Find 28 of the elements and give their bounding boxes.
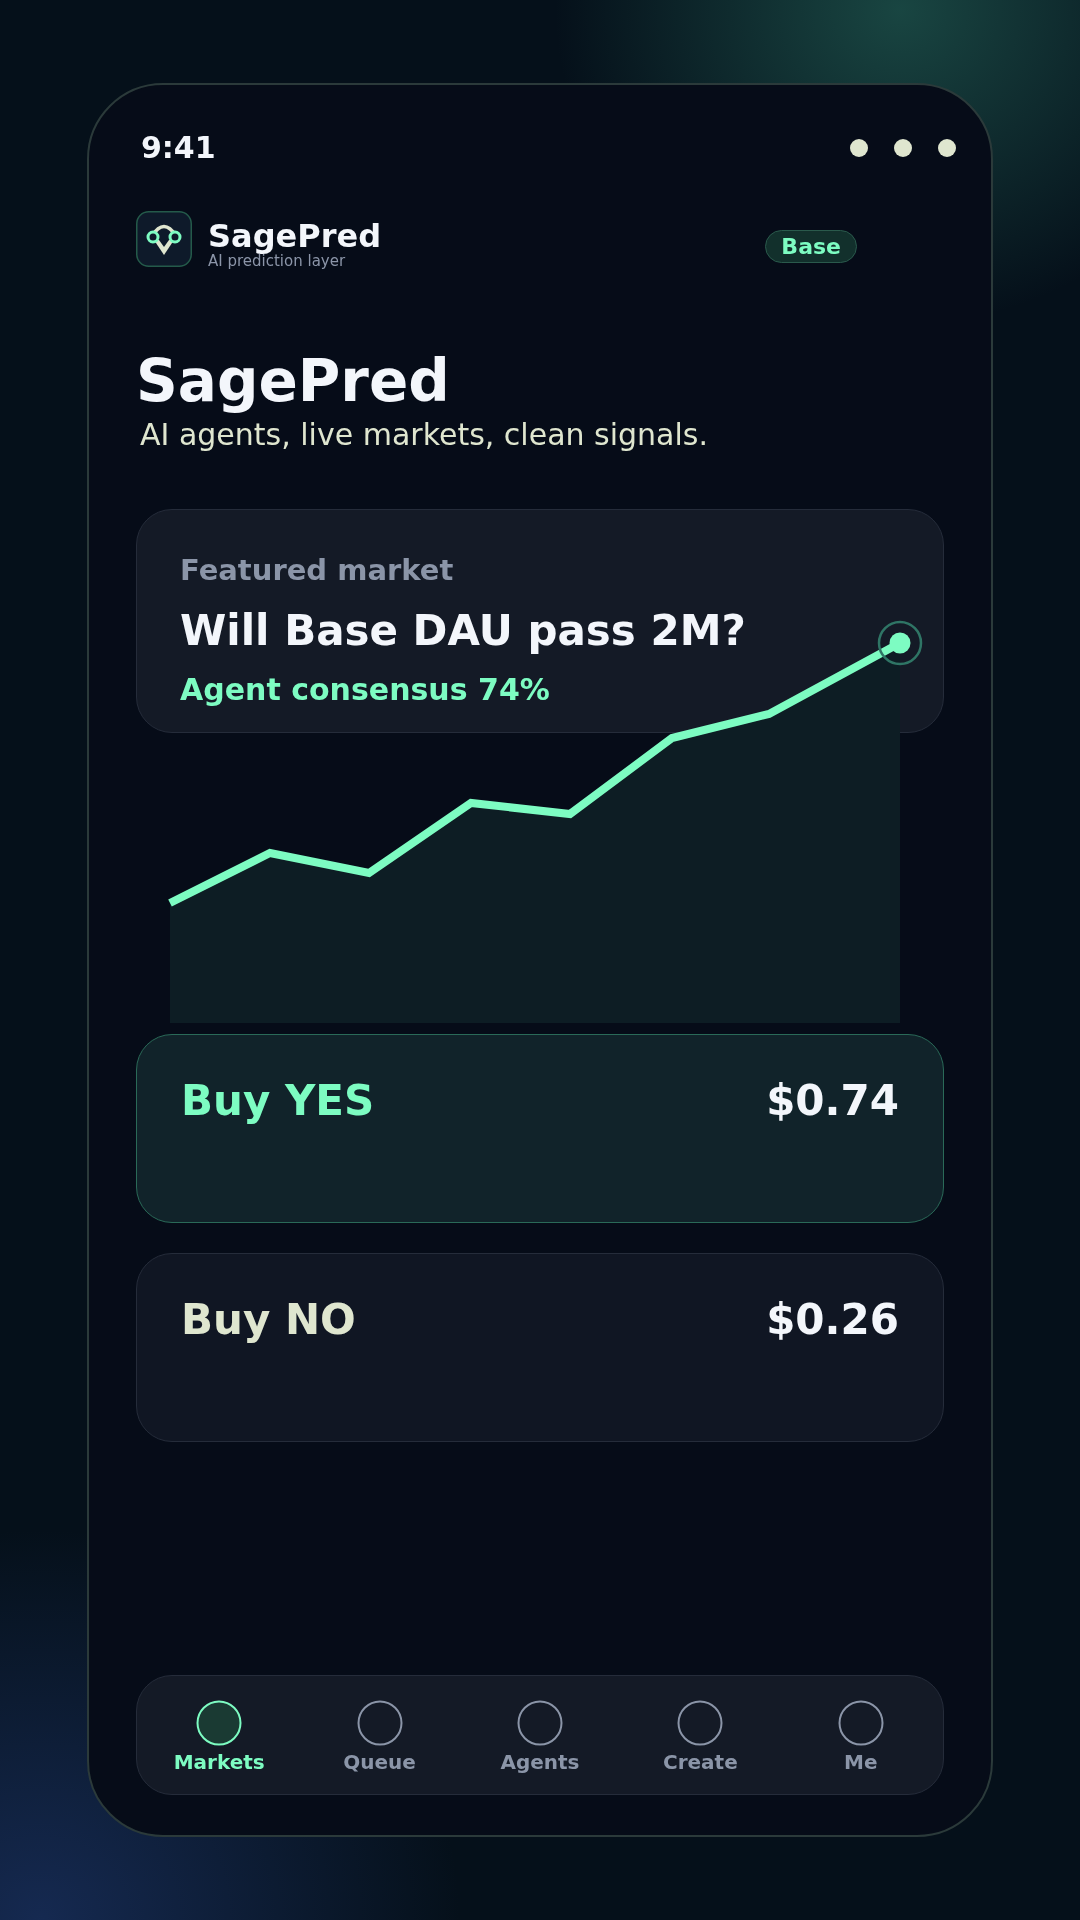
circle-icon	[517, 1700, 563, 1746]
hero-subtitle: AI agents, live markets, clean signals.	[139, 417, 709, 453]
hero-title: SagePred	[136, 346, 451, 417]
nav-tab[interactable]: Markets	[173, 1700, 265, 1774]
logo-icon	[136, 211, 192, 267]
status-time: 9:41	[141, 130, 216, 166]
app-tagline: AI prediction layer	[208, 253, 346, 270]
price-label: $0.74	[766, 1076, 899, 1126]
buy-outcome-button[interactable]: Buy YES $0.74	[136, 1034, 944, 1223]
status-dot-icon	[850, 139, 868, 157]
nav-tab[interactable]: Agents	[500, 1700, 580, 1774]
price-label: $0.26	[766, 1295, 899, 1345]
nav-tab[interactable]: Me	[837, 1700, 884, 1774]
circle-icon	[677, 1700, 724, 1746]
nav-tab[interactable]: Queue	[343, 1700, 416, 1774]
network-badge: Base	[765, 230, 857, 263]
market-question: Will Base DAU pass 2M?	[180, 606, 747, 656]
buy-outcome-button[interactable]: Buy NO $0.26	[136, 1253, 944, 1442]
circle-icon	[196, 1700, 243, 1746]
circle-icon	[837, 1700, 884, 1746]
circle-icon	[356, 1700, 403, 1746]
status-dot-icon	[938, 139, 956, 157]
consensus-text: Agent consensus 74%	[180, 672, 551, 708]
featured-label: Featured market	[180, 552, 455, 588]
endpoint-marker-icon	[877, 620, 923, 666]
nav-tab[interactable]: Create	[663, 1700, 738, 1774]
status-dot-icon	[894, 139, 912, 157]
app-name: SagePred	[208, 219, 382, 253]
